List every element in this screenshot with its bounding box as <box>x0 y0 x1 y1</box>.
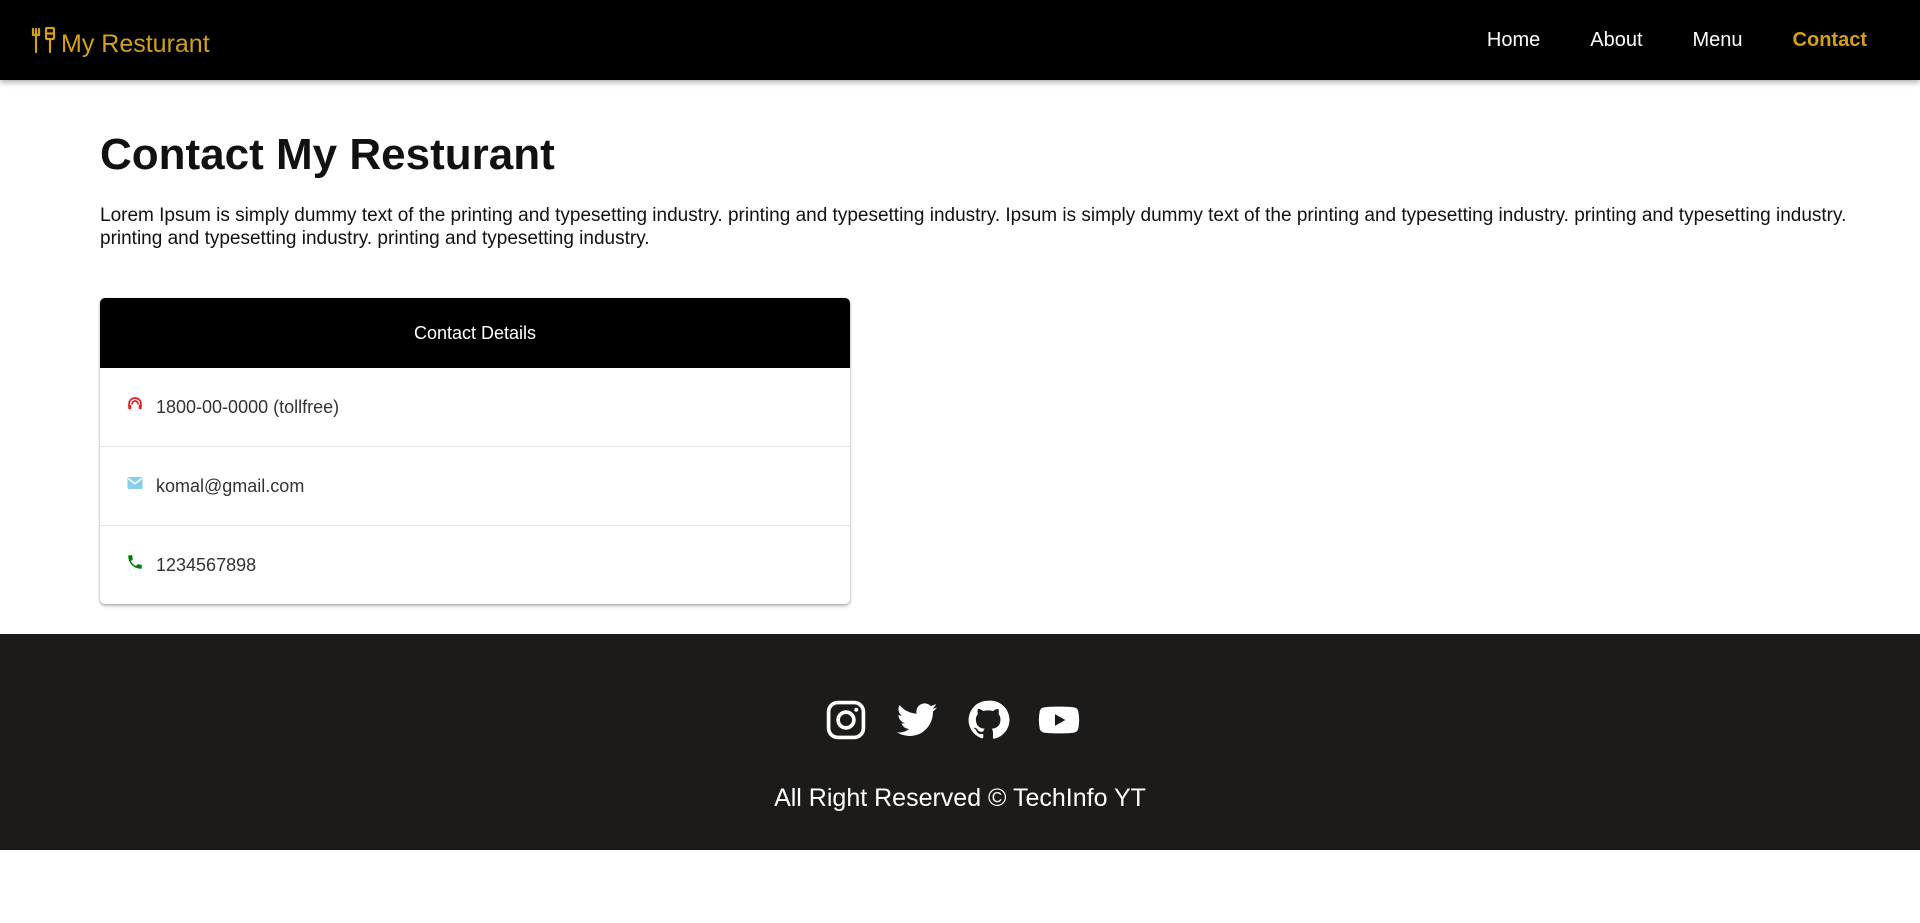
phone-number: 1234567898 <box>156 554 257 575</box>
page-title: Contact My Resturant <box>100 130 555 179</box>
copyright-text: All Right Reserved © TechInfo YT <box>774 784 1146 812</box>
main-nav: Home About Menu Contact <box>1487 29 1867 52</box>
twitter-icon[interactable] <box>893 696 940 743</box>
tollfree-number: 1800-00-0000 (tollfree) <box>156 396 340 417</box>
nav-link-contact[interactable]: Contact <box>1793 29 1867 52</box>
brand-logo-link[interactable]: My Resturant <box>30 25 210 58</box>
instagram-icon[interactable] <box>822 696 869 743</box>
phone-icon <box>126 553 144 571</box>
social-links <box>822 696 1082 743</box>
brand-text: My Resturant <box>61 30 210 58</box>
navbar: My Resturant Home About Menu Contact <box>0 0 1920 80</box>
contact-details-table: Contact Details 1800-00-0000 (tollfree) … <box>100 298 850 604</box>
intro-paragraph: Lorem Ipsum is simply dummy text of the … <box>100 205 1847 249</box>
nav-link-about[interactable]: About <box>1590 29 1642 52</box>
youtube-icon[interactable] <box>1035 696 1082 743</box>
contact-details-header: Contact Details <box>100 298 850 368</box>
mail-icon <box>126 474 144 492</box>
github-icon[interactable] <box>964 696 1011 743</box>
footer: All Right Reserved © TechInfo YT <box>0 634 1920 850</box>
restaurant-icon <box>30 25 59 55</box>
nav-link-menu[interactable]: Menu <box>1693 29 1743 52</box>
contact-row-phone: 1234567898 <box>100 526 850 604</box>
email-address: komal@gmail.com <box>156 475 305 496</box>
nav-link-home[interactable]: Home <box>1487 29 1540 52</box>
contact-row-tollfree: 1800-00-0000 (tollfree) <box>100 368 850 447</box>
contact-section: Contact My Resturant Lorem Ipsum is simp… <box>100 130 1865 250</box>
contact-row-email: komal@gmail.com <box>100 447 850 526</box>
support-agent-icon <box>126 395 144 413</box>
